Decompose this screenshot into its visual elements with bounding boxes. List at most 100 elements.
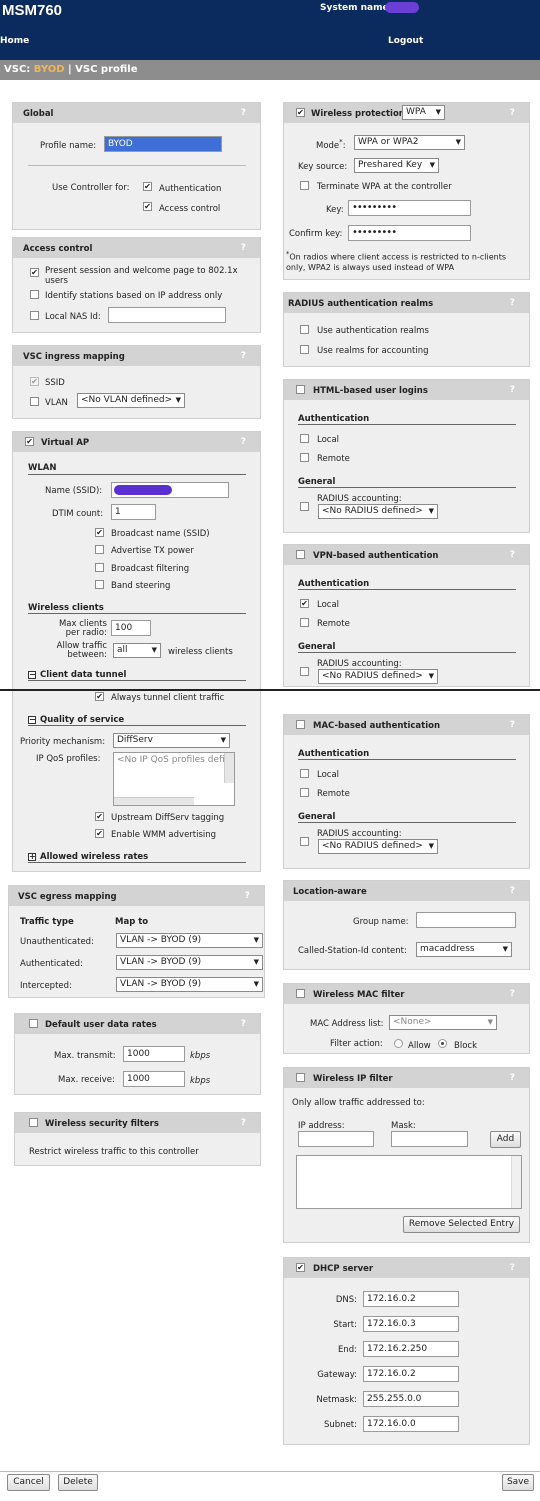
help-icon[interactable]: ? xyxy=(241,108,246,118)
netmask-input[interactable]: 255.255.0.0 xyxy=(363,1391,459,1407)
identify-stations-checkbox[interactable] xyxy=(30,290,39,299)
help-icon[interactable]: ? xyxy=(510,550,515,560)
home-link[interactable]: Home xyxy=(0,36,29,46)
mac-auth-checkbox[interactable] xyxy=(296,720,305,729)
vpn-auth-checkbox[interactable] xyxy=(296,550,305,559)
vlan-checkbox[interactable] xyxy=(30,397,39,406)
help-icon[interactable]: ? xyxy=(510,1263,515,1273)
ip-filter-list[interactable] xyxy=(296,1155,522,1209)
unauthenticated-select[interactable]: VLAN -> BYOD (9) ▼ xyxy=(116,933,263,948)
present-session-checkbox[interactable]: ✔ xyxy=(30,268,39,277)
help-icon[interactable]: ? xyxy=(510,720,515,730)
dtim-input[interactable]: 1 xyxy=(111,504,156,520)
access-control-checkbox[interactable]: ✔ xyxy=(143,202,152,211)
terminate-wpa-checkbox[interactable] xyxy=(300,181,309,190)
help-icon[interactable]: ? xyxy=(510,1073,515,1083)
expand-icon[interactable]: + xyxy=(28,853,36,861)
html-remote-checkbox[interactable] xyxy=(300,453,309,462)
ip-filter-checkbox[interactable] xyxy=(296,1073,305,1082)
enable-wmm-checkbox[interactable]: ✔ xyxy=(95,829,104,838)
ssid-name-input[interactable] xyxy=(111,482,229,498)
wireless-protection-checkbox[interactable]: ✔ xyxy=(296,108,305,117)
mac-filter-checkbox[interactable] xyxy=(296,989,305,998)
max-receive-input[interactable]: 1000 xyxy=(123,1071,185,1087)
mode-select[interactable]: WPA or WPA2 ▼ xyxy=(354,135,465,150)
block-radio[interactable] xyxy=(438,1039,447,1048)
intercepted-select[interactable]: VLAN -> BYOD (9) ▼ xyxy=(116,977,263,992)
dhcp-checkbox[interactable]: ✔ xyxy=(296,1263,305,1272)
help-icon[interactable]: ? xyxy=(510,385,515,395)
ip-qos-listbox[interactable]: <No IP QoS profiles defi xyxy=(113,752,235,806)
authentication-checkbox[interactable]: ✔ xyxy=(143,182,152,191)
profile-name-input[interactable]: BYOD xyxy=(104,136,222,152)
protection-type-select[interactable]: WPA ▼ xyxy=(402,105,445,120)
start-input[interactable]: 172.16.0.3 xyxy=(363,1316,459,1332)
allow-traffic-select[interactable]: all ▼ xyxy=(113,643,161,658)
help-icon[interactable]: ? xyxy=(510,886,515,896)
help-icon[interactable]: ? xyxy=(245,891,250,901)
max-clients-input[interactable]: 100 xyxy=(111,620,151,636)
delete-button[interactable]: Delete xyxy=(58,1474,98,1491)
help-icon[interactable]: ? xyxy=(241,1118,246,1128)
group-name-input[interactable] xyxy=(416,912,516,928)
collapse-icon[interactable]: − xyxy=(28,671,36,679)
allow-radio[interactable] xyxy=(394,1039,403,1048)
advertise-tx-checkbox[interactable] xyxy=(95,545,104,554)
user-rates-checkbox[interactable] xyxy=(29,1019,38,1028)
subnet-input[interactable]: 172.16.0.0 xyxy=(363,1416,459,1432)
html-radius-select[interactable]: <No RADIUS defined> ▼ xyxy=(318,504,438,519)
mac-remote-checkbox[interactable] xyxy=(300,788,309,797)
mac-radius-checkbox[interactable] xyxy=(300,837,309,846)
breadcrumb-vsc-link[interactable]: BYOD xyxy=(34,64,65,75)
local-nas-input[interactable] xyxy=(108,307,226,323)
help-icon[interactable]: ? xyxy=(241,437,246,447)
called-station-select[interactable]: macaddress ▼ xyxy=(416,942,512,957)
use-auth-realms-checkbox[interactable] xyxy=(300,325,309,334)
vertical-scrollbar[interactable] xyxy=(224,753,234,783)
max-transmit-input[interactable]: 1000 xyxy=(123,1046,185,1062)
mac-list-select[interactable]: <None> ▼ xyxy=(389,1015,497,1030)
key-source-select[interactable]: Preshared Key ▼ xyxy=(354,158,439,173)
vpn-radius-select[interactable]: <No RADIUS defined> ▼ xyxy=(318,669,438,684)
collapse-icon[interactable]: − xyxy=(28,716,36,724)
always-tunnel-checkbox[interactable]: ✔ xyxy=(95,692,104,701)
help-icon[interactable]: ? xyxy=(510,108,515,118)
vpn-local-checkbox[interactable]: ✔ xyxy=(300,599,309,608)
key-input[interactable]: ••••••••• xyxy=(348,200,471,216)
security-filters-checkbox[interactable] xyxy=(29,1118,38,1127)
ip-address-input[interactable] xyxy=(298,1131,374,1147)
vlan-select[interactable]: <No VLAN defined> ▼ xyxy=(77,393,185,408)
logout-link[interactable]: Logout xyxy=(388,36,423,46)
local-nas-checkbox[interactable] xyxy=(30,311,39,320)
upstream-diffserv-checkbox[interactable]: ✔ xyxy=(95,812,104,821)
save-button[interactable]: Save xyxy=(502,1474,534,1491)
remove-selected-entry-button[interactable]: Remove Selected Entry xyxy=(403,1216,520,1233)
vpn-remote-checkbox[interactable] xyxy=(300,618,309,627)
gateway-input[interactable]: 172.16.0.2 xyxy=(363,1366,459,1382)
html-local-checkbox[interactable] xyxy=(300,434,309,443)
cancel-button[interactable]: Cancel xyxy=(7,1474,50,1491)
use-acct-realms-checkbox[interactable] xyxy=(300,345,309,354)
horizontal-scrollbar[interactable] xyxy=(114,797,194,805)
mac-local-checkbox[interactable] xyxy=(300,769,309,778)
dns-input[interactable]: 172.16.0.2 xyxy=(363,1291,459,1307)
add-button[interactable]: Add xyxy=(490,1131,521,1148)
band-steering-checkbox[interactable] xyxy=(95,580,104,589)
priority-select[interactable]: DiffServ ▼ xyxy=(113,733,230,748)
help-icon[interactable]: ? xyxy=(510,989,515,999)
help-icon[interactable]: ? xyxy=(241,243,246,253)
confirm-key-input[interactable]: ••••••••• xyxy=(348,225,471,241)
html-logins-checkbox[interactable] xyxy=(296,385,305,394)
html-radius-checkbox[interactable] xyxy=(300,502,309,511)
end-input[interactable]: 172.16.2.250 xyxy=(363,1341,459,1357)
vpn-radius-checkbox[interactable] xyxy=(300,667,309,676)
vertical-scrollbar[interactable] xyxy=(511,1156,521,1208)
authenticated-select[interactable]: VLAN -> BYOD (9) ▼ xyxy=(116,955,263,970)
broadcast-name-checkbox[interactable]: ✔ xyxy=(95,528,104,537)
virtual-ap-checkbox[interactable]: ✔ xyxy=(25,437,34,446)
help-icon[interactable]: ? xyxy=(241,351,246,361)
help-icon[interactable]: ? xyxy=(510,298,515,308)
help-icon[interactable]: ? xyxy=(241,1019,246,1029)
mac-radius-select[interactable]: <No RADIUS defined> ▼ xyxy=(318,839,438,854)
mask-input[interactable] xyxy=(391,1131,468,1147)
